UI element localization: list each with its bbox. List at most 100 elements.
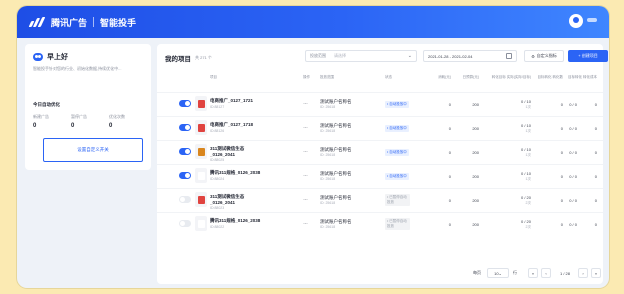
- more-actions-icon[interactable]: ···: [303, 149, 308, 155]
- stat-value: 0: [33, 123, 37, 129]
- column-operation: 操作: [303, 75, 310, 79]
- conversion-times: 1次: [525, 152, 531, 157]
- project-name[interactable]: 腾讯311规格_0126_2038: [210, 170, 265, 176]
- cost-value: 0: [594, 174, 597, 179]
- first-page-button[interactable]: «: [528, 268, 538, 278]
- summary-panel: 早上好 智能投手针对您的行业、初始化数据,持续优化中... 今日自动优化 新建广…: [25, 44, 151, 170]
- status-badge: • 自动投放中: [385, 149, 409, 156]
- cost-ratio-value: 0 / 0: [569, 150, 577, 155]
- project-id: ID:88024: [210, 177, 225, 181]
- brand-logo[interactable]: 腾讯广告 智能投手: [28, 15, 136, 29]
- project-name[interactable]: 电商推广_0127_1721: [210, 98, 265, 104]
- last-page-button[interactable]: »: [591, 268, 601, 278]
- column-spend[interactable]: 消耗(元): [427, 75, 451, 80]
- table-row[interactable]: 电商推广_0127_1721 ID:88127 ··· 测试账户名称名 ID: …: [157, 92, 603, 116]
- date-range-picker[interactable]: 2021-01-28 - 2021-02-04: [423, 50, 517, 62]
- spend-value: 0: [448, 102, 451, 107]
- account-cell: 测试账户名称名 ID: 25618: [320, 147, 352, 158]
- stat-optimization-count: 优化次数 0: [109, 114, 143, 129]
- account-name: 测试账户名称名: [320, 123, 352, 128]
- auto-delivery-toggle[interactable]: [179, 100, 191, 107]
- auto-delivery-toggle[interactable]: [179, 172, 191, 179]
- column-daily-budget[interactable]: 日预算(元): [457, 75, 479, 80]
- date-range-value: 2021-01-28 - 2021-02-04: [428, 53, 473, 59]
- stat-value: 0: [109, 123, 113, 129]
- calendar-icon: [506, 53, 512, 59]
- table-row[interactable]: 311测试微信生态_0126_2041 ID:88025 ··· 测试账户名称名…: [157, 140, 603, 164]
- conversion-target-cell: 0 / 10 1次: [487, 147, 531, 158]
- prev-page-button[interactable]: ‹: [541, 268, 551, 278]
- column-conversion-cost[interactable]: 目标转化 转化成本: [567, 75, 597, 80]
- auto-delivery-toggle[interactable]: [179, 124, 191, 131]
- spend-value: 0: [448, 222, 451, 227]
- delivery-range-select[interactable]: 投放范围 请选择 ⌄: [305, 50, 417, 62]
- cost-value: 0: [594, 126, 597, 131]
- chevron-down-icon: ⌄: [498, 270, 502, 276]
- range-value: 请选择: [334, 53, 346, 58]
- auto-delivery-toggle[interactable]: [179, 196, 191, 203]
- budget-value: 200: [472, 150, 479, 155]
- project-name[interactable]: 腾讯311规格_0126_2038: [210, 218, 265, 224]
- next-page-button[interactable]: ›: [578, 268, 588, 278]
- page-size-select[interactable]: 10 ⌄: [487, 268, 509, 278]
- chevron-down-icon: ⌄: [407, 53, 412, 59]
- stat-label: 暂停广告: [71, 114, 87, 119]
- conversion-times: 1次: [525, 176, 531, 181]
- column-conversions[interactable]: 目标转化 转化数: [535, 75, 563, 80]
- custom-metrics-label: 自定义指标: [536, 53, 557, 58]
- more-actions-icon[interactable]: ···: [303, 197, 308, 203]
- column-delivery-range: 投放范围: [320, 75, 334, 79]
- spend-value: 0: [448, 126, 451, 131]
- project-name[interactable]: 电商推广_0127_1718: [210, 122, 265, 128]
- range-label: 投放范围: [310, 53, 326, 58]
- account-name: 测试账户名称名: [320, 219, 352, 224]
- auto-delivery-toggle[interactable]: [179, 220, 191, 227]
- project-thumbnail: [195, 96, 207, 111]
- budget-value: 200: [472, 198, 479, 203]
- create-project-button[interactable]: + 创建项目: [568, 50, 608, 62]
- account-cell: 测试账户名称名 ID: 25618: [320, 99, 352, 110]
- status-badge: • 已暂停自动投放: [385, 218, 410, 230]
- user-avatar-icon[interactable]: [569, 14, 583, 28]
- user-menu-toggle[interactable]: [587, 18, 597, 22]
- account-id: ID: 25618: [320, 128, 336, 133]
- account-cell: 测试账户名称名 ID: 25618: [320, 195, 352, 206]
- brand-name: 腾讯广告: [51, 17, 88, 28]
- table-header: 项目 操作 投放范围 状态 消耗(元) 日预算(元) 转化目标 实际(实际/目标…: [157, 70, 603, 92]
- table-row[interactable]: 腾讯311规格_0126_2038 ID:88024 ··· 测试账户名称名 I…: [157, 164, 603, 188]
- more-actions-icon[interactable]: ···: [303, 173, 308, 179]
- project-id: ID:88127: [210, 105, 225, 109]
- account-name: 测试账户名称名: [320, 195, 352, 200]
- project-name[interactable]: 311测试微信生态_0126_2041: [210, 146, 265, 157]
- per-page-label: 每页: [473, 270, 481, 275]
- projects-panel: 我的项目 共 271 个 投放范围 请选择 ⌄ 2021-01-28 - 202…: [157, 44, 608, 284]
- spend-value: 0: [448, 150, 451, 155]
- table-row[interactable]: 腾讯311规格_0126_2038 ID:88022 ··· 测试账户名称名 I…: [157, 212, 603, 236]
- more-actions-icon[interactable]: ···: [303, 125, 308, 131]
- stat-paused-ads: 暂停广告 0: [71, 114, 105, 129]
- column-status[interactable]: 状态: [385, 75, 392, 80]
- conversion-times: 1次: [525, 104, 531, 109]
- cost-ratio-value: 0 / 0: [569, 222, 577, 227]
- status-badge: • 已暂停自动投放: [385, 194, 410, 206]
- custom-switch-button[interactable]: 设置自定义开关: [43, 138, 143, 162]
- table-row[interactable]: 311测试微信生态_0126_2041 ID:88023 ··· 测试账户名称名…: [157, 188, 603, 212]
- greeting-text: 早上好: [47, 54, 68, 61]
- table-row[interactable]: 电商推广_0127_1718 ID:88126 ··· 测试账户名称名 ID: …: [157, 116, 603, 140]
- project-name[interactable]: 311测试微信生态_0126_2041: [210, 194, 265, 205]
- more-actions-icon[interactable]: ···: [303, 221, 308, 227]
- stat-value: 0: [71, 123, 75, 129]
- account-name: 测试账户名称名: [320, 147, 352, 152]
- more-actions-icon[interactable]: ···: [303, 101, 308, 107]
- auto-delivery-toggle[interactable]: [179, 148, 191, 155]
- project-thumbnail: [195, 168, 207, 183]
- conversion-target-cell: 0 / 10 1次: [487, 123, 531, 134]
- account-cell: 测试账户名称名 ID: 25618: [320, 171, 352, 182]
- column-conversion-target[interactable]: 转化目标 实际(实际/目标): [487, 75, 531, 80]
- page-title: 我的项目: [165, 56, 191, 63]
- stat-new-ads: 新建广告 0: [33, 114, 67, 129]
- account-id: ID: 25618: [320, 104, 336, 109]
- account-name: 测试账户名称名: [320, 171, 352, 176]
- conversion-target-cell: 0 / 20 2次: [487, 219, 531, 230]
- custom-metrics-button[interactable]: ⚙ 自定义指标: [524, 50, 564, 62]
